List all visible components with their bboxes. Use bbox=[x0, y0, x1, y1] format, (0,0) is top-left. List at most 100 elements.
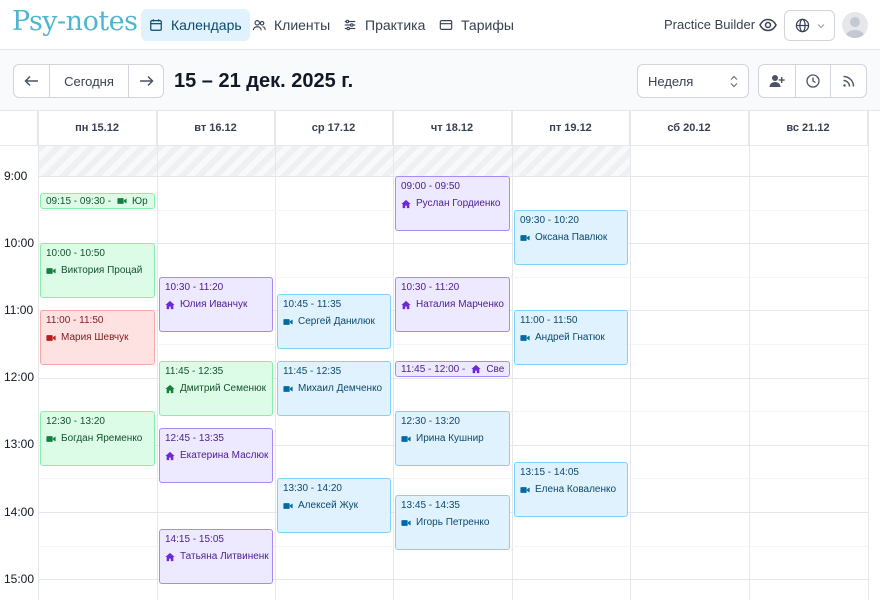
avatar[interactable] bbox=[842, 12, 868, 38]
nav-pricing[interactable]: Тарифы bbox=[431, 9, 522, 41]
event-client-name: Татьяна Литвиненк bbox=[180, 551, 269, 562]
appointment-event[interactable]: 10:30 - 11:20 Юлия Иванчук bbox=[159, 277, 273, 332]
video-icon bbox=[401, 435, 411, 442]
column-divider bbox=[157, 111, 158, 600]
day-header-wed[interactable]: ср 17.12 bbox=[275, 111, 393, 145]
home-icon bbox=[165, 451, 175, 460]
appointment-event[interactable]: 09:30 - 10:20 Оксана Павлюк bbox=[514, 210, 628, 265]
day-header-fri[interactable]: пт 19.12 bbox=[512, 111, 630, 145]
appointment-event[interactable]: 12:45 - 13:35 Екатерина Маслюк bbox=[159, 428, 273, 483]
nav-clients[interactable]: Клиенты bbox=[244, 9, 338, 41]
working-hours-button[interactable] bbox=[795, 64, 831, 98]
event-client-name: Наталия Марченко bbox=[416, 299, 504, 310]
event-client: Алексей Жук bbox=[283, 499, 385, 512]
time-label: 12:00 bbox=[4, 370, 35, 384]
event-client-name: Руслан Гордиенко bbox=[416, 198, 501, 209]
event-client: Игорь Петренко bbox=[401, 516, 504, 529]
video-icon bbox=[283, 318, 293, 325]
app-logo[interactable]: Psy-notes bbox=[12, 6, 138, 37]
event-time: 12:45 - 13:35 bbox=[165, 433, 224, 444]
appointment-event[interactable]: 11:00 - 11:50 Мария Шевчук bbox=[40, 310, 155, 365]
appointment-event[interactable]: 10:45 - 11:35 Сергей Данилюк bbox=[277, 294, 391, 349]
arrow-right-icon bbox=[139, 75, 154, 87]
appointment-event[interactable]: 12:30 - 13:20 Богдан Яременко bbox=[40, 411, 155, 466]
column-divider bbox=[393, 111, 394, 600]
video-icon bbox=[46, 334, 56, 341]
appointment-event[interactable]: 11:45 - 12:00 - Све bbox=[395, 361, 510, 377]
time-label: 9:00 bbox=[4, 169, 28, 183]
appointment-event[interactable]: 11:45 - 12:35 Михаил Демченко bbox=[277, 361, 391, 416]
top-navbar: Psy-notes Календарь Клиенты Практика Тар… bbox=[0, 0, 880, 50]
arrow-left-icon bbox=[24, 75, 38, 87]
event-client: Сергей Данилюк bbox=[283, 315, 385, 328]
column-divider bbox=[275, 111, 276, 600]
nav-pricing-label: Тарифы bbox=[461, 17, 514, 33]
nav-practice[interactable]: Практика bbox=[335, 9, 433, 41]
event-time: 11:45 - 12:35 bbox=[283, 366, 342, 377]
practice-builder-link[interactable]: Practice Builder bbox=[664, 17, 755, 32]
event-client: Андрей Гнатюк bbox=[520, 331, 622, 344]
event-client-name: Сергей Данилюк bbox=[298, 316, 375, 327]
video-icon bbox=[520, 234, 530, 241]
event-client-name: Богдан Яременко bbox=[61, 433, 143, 444]
view-select[interactable]: Неделя bbox=[637, 64, 749, 98]
event-time: 13:15 - 14:05 bbox=[520, 467, 579, 478]
event-client: Юлия Иванчук bbox=[165, 298, 267, 311]
day-header-tue[interactable]: вт 16.12 bbox=[157, 111, 275, 145]
day-header-sat[interactable]: сб 20.12 bbox=[630, 111, 749, 145]
eye-icon bbox=[759, 18, 777, 32]
event-client-name: Екатерина Маслюк bbox=[180, 450, 269, 461]
add-client-button[interactable] bbox=[758, 64, 796, 98]
language-selector[interactable] bbox=[784, 10, 835, 41]
calendar-feed-button[interactable] bbox=[830, 64, 867, 98]
next-week-button[interactable] bbox=[128, 64, 164, 98]
video-icon bbox=[283, 502, 293, 509]
event-client: Наталия Марченко bbox=[401, 298, 504, 311]
video-icon bbox=[117, 198, 127, 204]
preview-button[interactable] bbox=[757, 15, 779, 35]
video-icon bbox=[283, 385, 293, 392]
appointment-event[interactable]: 12:30 - 13:20 Ирина Кушнир bbox=[395, 411, 510, 466]
appointment-event[interactable]: 10:30 - 11:20 Наталия Марченко bbox=[395, 277, 510, 332]
clock-icon bbox=[806, 74, 820, 88]
column-divider bbox=[868, 111, 869, 600]
appointment-event[interactable]: 11:45 - 12:35 Дмитрий Семенюк bbox=[159, 361, 273, 416]
event-time: 12:30 - 13:20 bbox=[46, 416, 105, 427]
event-client-name: Юлия Иванчук bbox=[180, 299, 248, 310]
prev-week-button[interactable] bbox=[13, 64, 50, 98]
chevron-down-icon bbox=[817, 23, 824, 28]
home-icon bbox=[165, 552, 175, 561]
hour-line bbox=[38, 243, 868, 244]
event-client-name: Ирина Кушнир bbox=[416, 433, 484, 444]
appointment-event[interactable]: 10:00 - 10:50 Виктория Процай bbox=[40, 243, 155, 298]
video-icon bbox=[520, 486, 530, 493]
day-header-sun[interactable]: вс 21.12 bbox=[749, 111, 868, 145]
appointment-event[interactable]: 13:15 - 14:05 Елена Коваленко bbox=[514, 462, 628, 517]
event-client: Татьяна Литвиненк bbox=[165, 550, 269, 563]
today-button[interactable]: Сегодня bbox=[49, 64, 129, 98]
home-icon bbox=[471, 364, 481, 374]
day-header-thu[interactable]: чт 18.12 bbox=[393, 111, 512, 145]
event-time: 12:30 - 13:20 bbox=[401, 416, 460, 427]
appointment-event[interactable]: 14:15 - 15:05 Татьяна Литвиненк bbox=[159, 529, 273, 584]
appointment-event[interactable]: 09:00 - 09:50 Руслан Гордиенко bbox=[395, 176, 510, 231]
event-time: 11:00 - 11:50 bbox=[520, 315, 578, 326]
event-client-name: Михаил Демченко bbox=[298, 383, 383, 394]
globe-icon bbox=[795, 18, 809, 33]
appointment-event[interactable]: 11:00 - 11:50 Андрей Гнатюк bbox=[514, 310, 628, 365]
event-time: 09:30 - 10:20 bbox=[520, 215, 579, 226]
event-time: 10:45 - 11:35 bbox=[283, 299, 342, 310]
appointment-event[interactable]: 13:30 - 14:20 Алексей Жук bbox=[277, 478, 391, 533]
appointment-event[interactable]: 09:15 - 09:30 - Юр bbox=[40, 193, 155, 209]
sliders-icon bbox=[344, 19, 356, 31]
view-select-value: Неделя bbox=[648, 73, 694, 89]
event-time: 09:00 - 09:50 bbox=[401, 181, 460, 192]
event-client-name: Юр bbox=[132, 195, 148, 207]
video-icon bbox=[520, 334, 530, 341]
day-header-mon[interactable]: пн 15.12 bbox=[38, 111, 157, 145]
home-icon bbox=[401, 199, 411, 208]
nav-calendar[interactable]: Календарь bbox=[141, 9, 250, 41]
time-gutter-header bbox=[0, 111, 38, 145]
event-time: 09:15 - 09:30 - bbox=[46, 195, 112, 207]
appointment-event[interactable]: 13:45 - 14:35 Игорь Петренко bbox=[395, 495, 510, 550]
